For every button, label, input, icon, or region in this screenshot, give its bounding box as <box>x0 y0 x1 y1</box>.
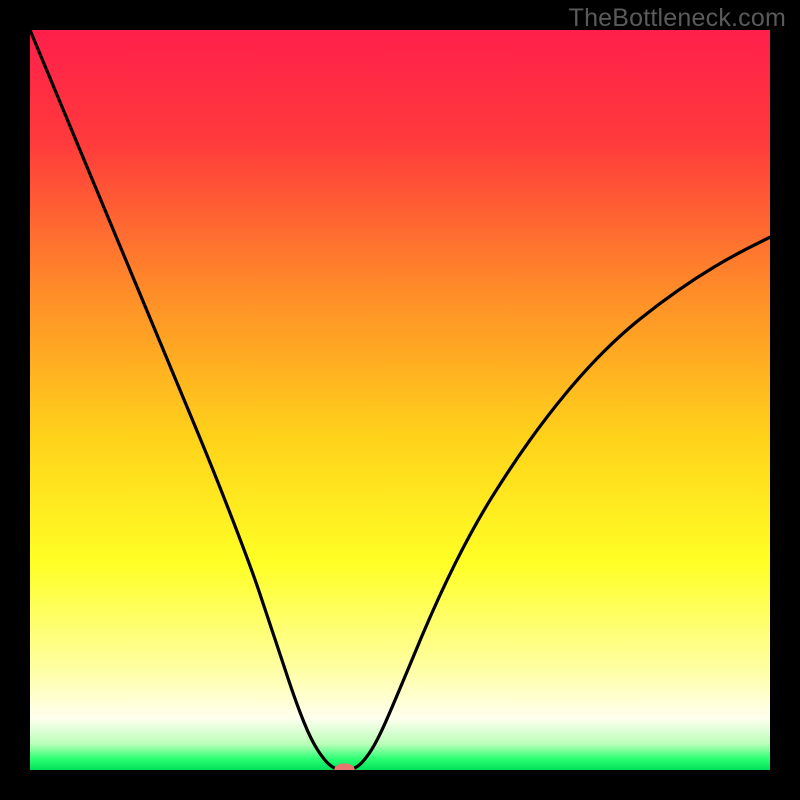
chart-frame: TheBottleneck.com <box>0 0 800 800</box>
gradient-background <box>30 30 770 770</box>
plot-area <box>30 30 770 770</box>
watermark-text: TheBottleneck.com <box>569 4 786 33</box>
bottleneck-chart <box>30 30 770 770</box>
